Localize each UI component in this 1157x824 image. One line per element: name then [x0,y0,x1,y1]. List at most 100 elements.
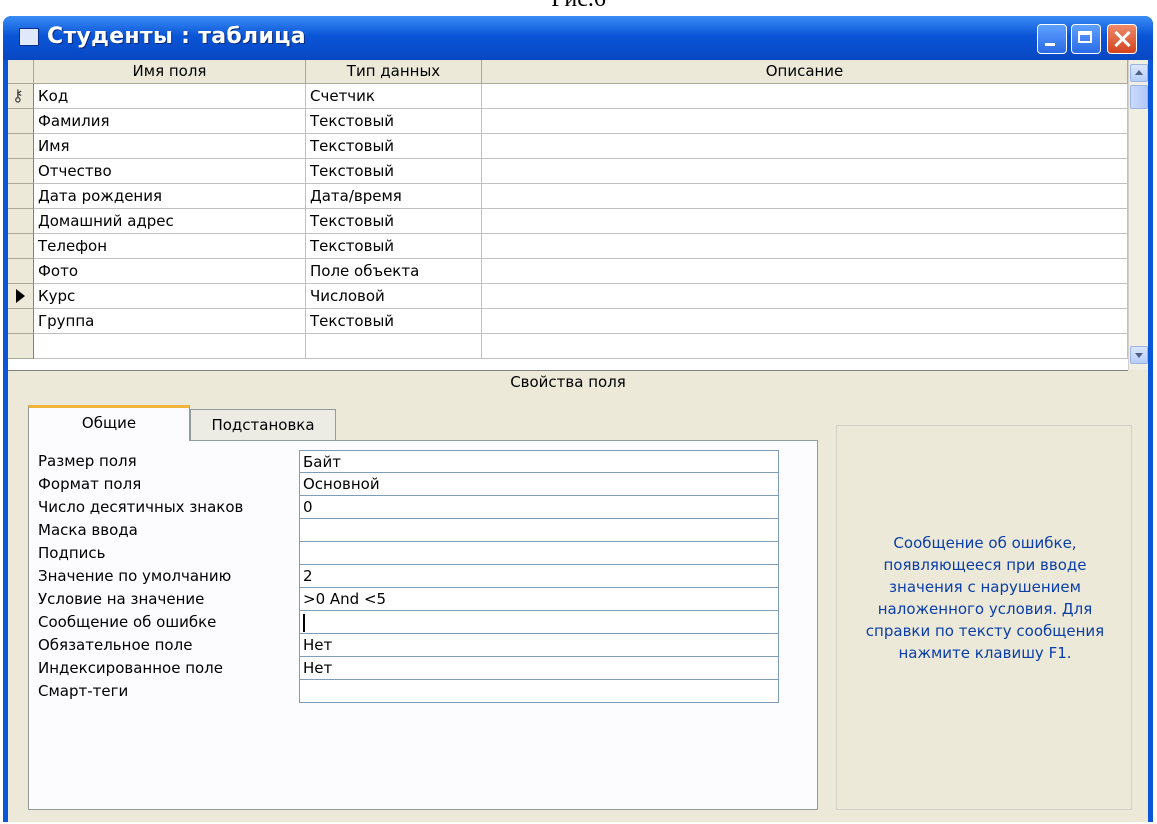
row-selector[interactable] [8,259,34,284]
table-row[interactable]: Фото Поле объекта [8,259,1128,284]
property-value-field[interactable] [299,542,779,565]
property-label: Смарт-теги [38,682,129,700]
property-value-field[interactable]: Нет [299,657,779,680]
property-label: Сообщение об ошибке [38,613,217,631]
description-cell[interactable] [482,309,1128,334]
property-value-field[interactable]: Основной [299,473,779,496]
scroll-up-arrow-icon[interactable] [1130,64,1148,82]
row-selector[interactable] [8,159,34,184]
table-row[interactable]: Отчество Текстовый [8,159,1128,184]
table-icon [19,28,39,46]
property-label: Число десятичных знаков [38,498,244,516]
data-type-cell[interactable]: Текстовый [306,109,482,134]
scroll-down-arrow-icon[interactable] [1130,346,1148,364]
data-type-cell[interactable]: Текстовый [306,234,482,259]
description-cell[interactable] [482,209,1128,234]
row-selector[interactable] [8,184,34,209]
help-panel: Сообщение об ошибке, появляющееся при вв… [836,425,1132,810]
row-selector[interactable] [8,309,34,334]
field-name-cell[interactable]: Группа [34,309,306,334]
table-row[interactable]: ⚷ Код Счетчик [8,84,1128,109]
row-selector[interactable] [8,234,34,259]
table-row[interactable]: Домашний адрес Текстовый [8,209,1128,234]
property-label: Условие на значение [38,590,205,608]
data-type-cell[interactable] [306,334,482,359]
vertical-scrollbar[interactable] [1128,60,1148,370]
title-bar[interactable]: Студенты : таблица [3,16,1153,60]
field-name-cell[interactable] [34,334,306,359]
property-value-field[interactable]: 0 [299,496,779,519]
text-caret [303,613,305,632]
field-name-cell[interactable]: Код [34,84,306,109]
description-cell[interactable] [482,334,1128,359]
scroll-thumb[interactable] [1130,85,1148,109]
description-cell[interactable] [482,159,1128,184]
field-name-cell[interactable]: Курс [34,284,306,309]
table-row[interactable]: Фамилия Текстовый [8,109,1128,134]
table-row[interactable]: Имя Текстовый [8,134,1128,159]
column-header-data-type: Тип данных [306,60,482,84]
row-selector[interactable]: ⚷ [8,84,34,109]
description-cell[interactable] [482,109,1128,134]
data-type-cell[interactable]: Дата/время [306,184,482,209]
field-name-cell[interactable]: Фото [34,259,306,284]
data-type-cell[interactable]: Текстовый [306,159,482,184]
close-button[interactable] [1107,24,1137,54]
table-row[interactable]: Дата рождения Дата/время [8,184,1128,209]
table-row[interactable]: Курс Числовой [8,284,1128,309]
minimize-button[interactable] [1037,24,1067,54]
property-row: Условие на значение >0 And <5 [29,588,819,611]
property-value-text: 2 [303,567,313,585]
help-text: Сообщение об ошибке, появляющееся при вв… [865,534,1105,662]
property-row: Обязательное поле Нет [29,634,819,657]
property-value-field[interactable] [299,519,779,542]
data-type-cell[interactable]: Текстовый [306,209,482,234]
maximize-button[interactable] [1071,24,1101,54]
description-cell[interactable] [482,259,1128,284]
tab-general[interactable]: Общие [28,405,190,441]
data-type-cell[interactable]: Текстовый [306,134,482,159]
field-name-cell[interactable]: Фамилия [34,109,306,134]
property-row: Индексированное поле Нет [29,657,819,680]
property-value-field[interactable] [299,611,779,634]
property-value-field[interactable]: Нет [299,634,779,657]
field-name-cell[interactable]: Домашний адрес [34,209,306,234]
field-name-cell[interactable]: Дата рождения [34,184,306,209]
description-cell[interactable] [482,284,1128,309]
property-row: Подпись [29,542,819,565]
property-label: Формат поля [38,475,142,493]
data-type-cell[interactable]: Счетчик [306,84,482,109]
row-selector[interactable] [8,109,34,134]
data-type-cell[interactable]: Поле объекта [306,259,482,284]
field-name-cell[interactable]: Телефон [34,234,306,259]
property-value-field[interactable]: Байт [299,450,779,473]
table-row[interactable]: Группа Текстовый [8,309,1128,334]
field-name-cell[interactable]: Имя [34,134,306,159]
property-value-field[interactable] [299,680,779,703]
property-label: Маска ввода [38,521,138,539]
row-selector[interactable] [8,209,34,234]
description-cell[interactable] [482,184,1128,209]
property-row: Формат поля Основной [29,473,819,496]
table-row[interactable] [8,334,1128,359]
property-label: Подпись [38,544,106,562]
data-type-cell[interactable]: Текстовый [306,309,482,334]
description-cell[interactable] [482,134,1128,159]
row-selector[interactable] [8,334,34,359]
row-selector[interactable] [8,284,34,309]
property-value-field[interactable]: 2 [299,565,779,588]
description-cell[interactable] [482,234,1128,259]
data-type-cell[interactable]: Числовой [306,284,482,309]
property-value-text: >0 And <5 [303,590,387,608]
row-selector[interactable] [8,134,34,159]
property-value-field[interactable]: >0 And <5 [299,588,779,611]
property-value-text: Байт [303,453,341,471]
primary-key-icon: ⚷ [12,86,24,105]
property-value-text: 0 [303,498,313,516]
description-cell[interactable] [482,84,1128,109]
tab-lookup[interactable]: Подстановка [190,409,336,441]
field-name-cell[interactable]: Отчество [34,159,306,184]
column-header-description: Описание [482,60,1128,84]
table-row[interactable]: Телефон Текстовый [8,234,1128,259]
property-row: Сообщение об ошибке [29,611,819,634]
